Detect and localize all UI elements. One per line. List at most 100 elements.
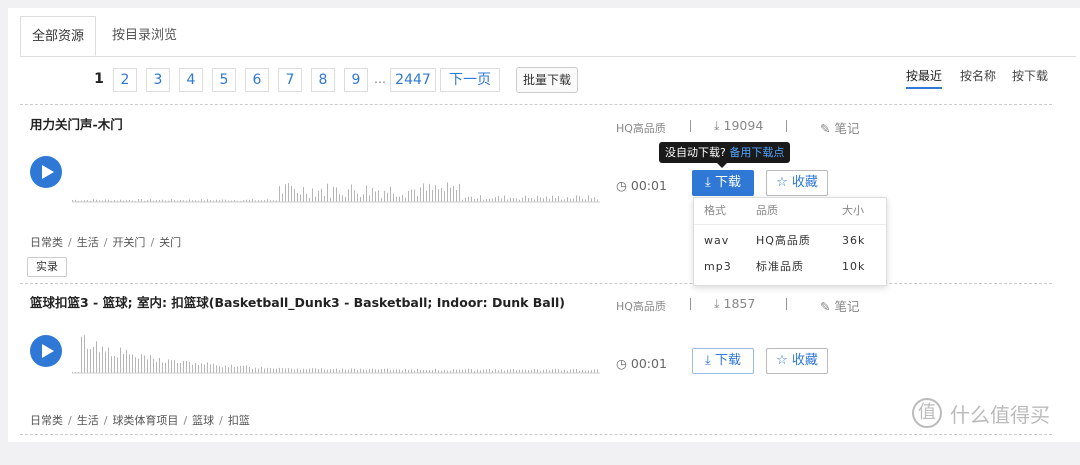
breadcrumb-item[interactable]: 生活: [77, 414, 99, 427]
page-link[interactable]: 9: [344, 68, 368, 92]
waveform-bar: [594, 369, 595, 373]
sort-by-downloads[interactable]: 按下载: [1012, 67, 1048, 84]
play-button[interactable]: [30, 156, 62, 188]
download-button[interactable]: ⤓ 下载: [692, 348, 754, 374]
page-link[interactable]: 4: [179, 68, 203, 92]
tag-badge[interactable]: 实录: [27, 257, 67, 277]
option-quality: HQ高品质: [756, 234, 811, 247]
divider: [20, 104, 1052, 105]
note-link[interactable]: ✎ 笔记: [820, 296, 859, 315]
note-link[interactable]: ✎ 笔记: [820, 118, 859, 137]
waveform-bar: [444, 190, 445, 202]
waveform-bar: [132, 354, 133, 373]
waveform-bar: [540, 197, 541, 202]
page-link[interactable]: 3: [146, 68, 170, 92]
waveform-bar: [567, 197, 568, 202]
waveform-bar: [336, 368, 337, 373]
tab-browse-by-directory[interactable]: 按目录浏览: [112, 16, 177, 56]
waveform-bar: [387, 368, 388, 373]
page-link[interactable]: 2: [113, 68, 137, 92]
page-current: 1: [94, 71, 104, 87]
waveform-bar: [405, 197, 406, 202]
waveform-bar: [417, 196, 418, 202]
waveform-bar: [369, 368, 370, 373]
waveform-bar: [486, 369, 487, 373]
waveform-bar: [237, 366, 238, 373]
waveform-bar: [183, 360, 184, 373]
waveform-bar: [411, 369, 412, 373]
page-link[interactable]: 8: [311, 68, 335, 92]
waveform-bar: [441, 187, 442, 202]
waveform-bar: [342, 195, 343, 202]
waveform-bar: [180, 363, 181, 373]
sort-by-name[interactable]: 按名称: [960, 67, 996, 84]
page-last[interactable]: 2447: [390, 68, 436, 92]
waveform-bar: [339, 194, 340, 202]
quality-label: HQ高品质: [616, 122, 666, 135]
batch-download-button[interactable]: 批量下载: [516, 67, 578, 93]
download-count-value: 19094: [723, 118, 764, 133]
waveform-bar: [576, 368, 577, 373]
waveform-bar: [267, 367, 268, 373]
waveform-bar: [570, 198, 571, 202]
breadcrumb-item[interactable]: 开关门: [112, 236, 145, 249]
waveform-bar: [309, 368, 310, 373]
page-link[interactable]: 6: [245, 68, 269, 92]
waveform-bar: [126, 350, 127, 373]
breadcrumb-item[interactable]: 篮球: [192, 414, 214, 427]
tab-all-resources[interactable]: 全部资源: [20, 16, 96, 56]
waveform-bar: [249, 367, 250, 373]
sound-title[interactable]: 篮球扣篮3 - 篮球; 室内: 扣篮球(Basketball_Dunk3 - B…: [30, 292, 565, 311]
backup-download-link[interactable]: 备用下载点: [729, 146, 784, 159]
breadcrumb-item[interactable]: 扣篮: [228, 414, 250, 427]
next-page-button[interactable]: 下一页: [440, 68, 500, 92]
page-link[interactable]: 5: [212, 68, 236, 92]
waveform-bar: [165, 362, 166, 373]
waveform-bar: [273, 368, 274, 373]
dropdown-option-wav[interactable]: wav HQ高品质 36k: [694, 228, 886, 254]
waveform-bar: [399, 196, 400, 202]
waveform-bar: [396, 196, 397, 202]
waveform-bar: [546, 369, 547, 373]
waveform-bar: [408, 190, 409, 202]
favorite-button[interactable]: ☆ 收藏: [766, 170, 828, 196]
breadcrumb-item[interactable]: 日常类: [30, 236, 63, 249]
waveform-bar: [252, 368, 253, 373]
duration: ◷ 00:01: [616, 356, 667, 371]
waveform-bar: [435, 368, 436, 373]
page-link[interactable]: 7: [278, 68, 302, 92]
sound-title[interactable]: 用力关门声-木门: [30, 114, 123, 133]
waveform-bar: [492, 198, 493, 202]
waveform[interactable]: [72, 315, 602, 375]
breadcrumb-item[interactable]: 关门: [159, 236, 181, 249]
waveform-bar: [330, 197, 331, 202]
waveform-bar: [432, 190, 433, 202]
waveform-bar: [534, 369, 535, 373]
waveform-bar: [216, 365, 217, 373]
waveform-bar: [246, 365, 247, 373]
sort-by-recent[interactable]: 按最近: [906, 67, 943, 89]
header-format: 格式: [704, 204, 726, 217]
favorite-button[interactable]: ☆ 收藏: [766, 348, 828, 374]
waveform-bar: [504, 195, 505, 202]
breadcrumb-item[interactable]: 球类体育项目: [112, 414, 178, 427]
waveform-bar: [489, 368, 490, 373]
waveform-bar: [525, 369, 526, 373]
divider: [20, 283, 1052, 284]
breadcrumb-item[interactable]: 日常类: [30, 414, 63, 427]
download-button[interactable]: ⤓ 下载: [692, 170, 754, 196]
waveform-bar: [345, 196, 346, 202]
waveform-bar: [192, 364, 193, 373]
waveform-bar: [465, 197, 466, 202]
waveform-bar: [87, 348, 88, 373]
waveform-bar: [516, 198, 517, 202]
waveform-bar: [321, 188, 322, 202]
waveform-bar: [324, 195, 325, 202]
play-button[interactable]: [30, 335, 62, 367]
waveform-bar: [522, 197, 523, 202]
waveform-bar: [261, 366, 262, 373]
breadcrumb-item[interactable]: 生活: [77, 236, 99, 249]
dropdown-option-mp3[interactable]: mp3 标准品质 10k: [694, 254, 886, 280]
waveform-bar: [204, 364, 205, 373]
waveform[interactable]: [72, 144, 602, 204]
